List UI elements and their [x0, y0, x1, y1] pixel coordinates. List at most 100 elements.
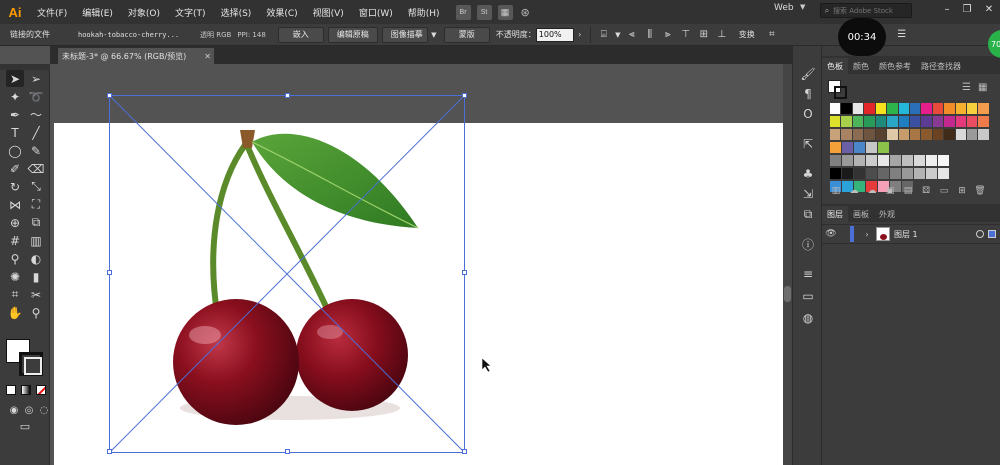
- resize-handle[interactable]: [462, 449, 467, 454]
- screen-mode-icon[interactable]: ▭: [16, 418, 34, 435]
- transform-link[interactable]: 变换: [739, 29, 755, 40]
- trash-icon[interactable]: 🗑: [974, 185, 986, 197]
- color-swatch[interactable]: [902, 168, 913, 179]
- swatch-library-icon[interactable]: ▥: [830, 185, 842, 197]
- selected-art-indicator[interactable]: [988, 230, 996, 238]
- color-swatch[interactable]: [864, 129, 875, 140]
- embed-button[interactable]: 嵌入: [277, 26, 324, 43]
- tab-swatches[interactable]: 色板: [822, 58, 848, 74]
- chevron-down-icon[interactable]: ▼: [800, 3, 805, 11]
- swatch-options-icon[interactable]: ▤: [902, 185, 914, 197]
- visibility-eye-icon[interactable]: 👁: [822, 229, 840, 239]
- scrollbar-thumb[interactable]: [784, 286, 791, 302]
- align-icon[interactable]: ≡: [800, 266, 816, 282]
- rotate-tool-icon[interactable]: ↻: [6, 178, 24, 195]
- stroke-color-swatch[interactable]: [19, 352, 43, 376]
- gradient-icon[interactable]: ▭: [800, 288, 816, 304]
- color-swatch[interactable]: [944, 129, 955, 140]
- tab-layers[interactable]: 图层: [822, 206, 848, 222]
- selection-tool-icon[interactable]: ➤: [6, 70, 24, 87]
- color-swatch[interactable]: [842, 168, 853, 179]
- menu-effect[interactable]: 效果(C): [260, 6, 303, 19]
- swatch-stroke-preview[interactable]: [834, 86, 847, 99]
- color-swatch[interactable]: [878, 155, 889, 166]
- color-swatch[interactable]: [878, 142, 889, 153]
- color-swatch[interactable]: [854, 142, 865, 153]
- resize-handle[interactable]: [107, 449, 112, 454]
- color-swatch[interactable]: [852, 116, 864, 127]
- bridge-button[interactable]: Br: [455, 4, 471, 20]
- menu-view[interactable]: 视图(V): [307, 6, 350, 19]
- lasso-icon[interactable]: ➰: [27, 88, 45, 105]
- resize-handle[interactable]: [285, 449, 290, 454]
- menu-type[interactable]: 文字(T): [169, 6, 212, 19]
- align-center-icon[interactable]: ⫼: [641, 27, 659, 43]
- zoom-tool-icon[interactable]: ⚲: [27, 304, 45, 321]
- color-swatch[interactable]: [830, 116, 841, 127]
- color-swatch[interactable]: [864, 116, 875, 127]
- brush-icon[interactable]: 🖌: [800, 66, 816, 82]
- stock-search-input[interactable]: [833, 6, 909, 15]
- color-swatch[interactable]: [890, 168, 901, 179]
- none-mode-button[interactable]: [36, 385, 46, 395]
- close-icon[interactable]: ✕: [204, 52, 211, 61]
- color-swatch[interactable]: [921, 103, 932, 114]
- color-swatch[interactable]: [866, 168, 877, 179]
- menu-window[interactable]: 窗口(W): [353, 6, 399, 19]
- paintbrush-icon[interactable]: ✎: [27, 142, 45, 159]
- new-color-group-icon[interactable]: ▭: [938, 185, 950, 197]
- graph-tool-icon[interactable]: ▮: [27, 268, 45, 285]
- tab-pathfinder[interactable]: 路径查找器: [916, 58, 966, 74]
- image-trace-button[interactable]: 图像描摹: [381, 26, 428, 43]
- color-swatch[interactable]: [842, 155, 853, 166]
- edit-original-button[interactable]: 编辑原稿: [327, 26, 378, 43]
- color-swatch[interactable]: [938, 168, 949, 179]
- color-swatch[interactable]: [830, 168, 841, 179]
- color-swatch[interactable]: [887, 103, 898, 114]
- color-swatch[interactable]: [875, 116, 887, 127]
- chevron-down-icon[interactable]: ▼: [613, 27, 623, 43]
- menu-help[interactable]: 帮助(H): [402, 6, 446, 19]
- panel-menu-icon[interactable]: ☰: [893, 27, 911, 43]
- close-icon[interactable]: ✕: [982, 4, 996, 18]
- symbol-sprayer-icon[interactable]: ✺: [6, 268, 24, 285]
- align-bottom-icon[interactable]: ⊥: [713, 27, 731, 43]
- new-swatch-icon[interactable]: ⊞: [956, 185, 968, 197]
- color-swatch[interactable]: [841, 103, 852, 114]
- club-icon[interactable]: ♣: [800, 166, 816, 182]
- glyph-o-icon[interactable]: O: [800, 106, 816, 122]
- color-swatch[interactable]: [955, 129, 967, 140]
- color-swatch[interactable]: [875, 129, 887, 140]
- transparency-icon[interactable]: ◍: [800, 310, 816, 326]
- color-swatch[interactable]: [932, 103, 944, 114]
- width-tool-icon[interactable]: ⋈: [6, 196, 24, 213]
- color-swatch[interactable]: [926, 168, 937, 179]
- line-tool-icon[interactable]: ╱: [27, 124, 45, 141]
- asset-icon[interactable]: ⇲: [800, 186, 816, 202]
- chevron-down-icon[interactable]: ▼: [428, 27, 440, 43]
- chevron-right-icon[interactable]: ›: [574, 27, 586, 43]
- color-swatch[interactable]: [866, 155, 877, 166]
- mask-button[interactable]: 蒙版: [443, 26, 490, 43]
- color-swatch[interactable]: [852, 103, 864, 114]
- color-swatch[interactable]: [830, 129, 841, 140]
- menu-select[interactable]: 选择(S): [215, 6, 258, 19]
- list-view-icon[interactable]: ☰: [962, 82, 971, 93]
- color-swatch[interactable]: [887, 129, 898, 140]
- color-swatch[interactable]: [887, 116, 898, 127]
- color-swatch[interactable]: [921, 116, 932, 127]
- resize-handle[interactable]: [285, 93, 290, 98]
- color-swatch[interactable]: [914, 168, 925, 179]
- color-swatch[interactable]: [841, 116, 852, 127]
- align-middle-icon[interactable]: ⊞: [695, 27, 713, 43]
- layer-row[interactable]: 👁 › 图层 1: [822, 224, 1000, 244]
- gradient-tool-icon[interactable]: ▥: [27, 232, 45, 249]
- magic-wand-icon[interactable]: ✦: [6, 88, 24, 105]
- resize-handle[interactable]: [462, 270, 467, 275]
- blend-tool-icon[interactable]: ◐: [27, 250, 45, 267]
- target-icon[interactable]: [976, 230, 984, 238]
- resize-handle[interactable]: [107, 270, 112, 275]
- color-swatch[interactable]: [902, 155, 913, 166]
- hand-tool-icon[interactable]: ✋: [6, 304, 24, 321]
- chevron-right-icon[interactable]: ›: [860, 230, 874, 239]
